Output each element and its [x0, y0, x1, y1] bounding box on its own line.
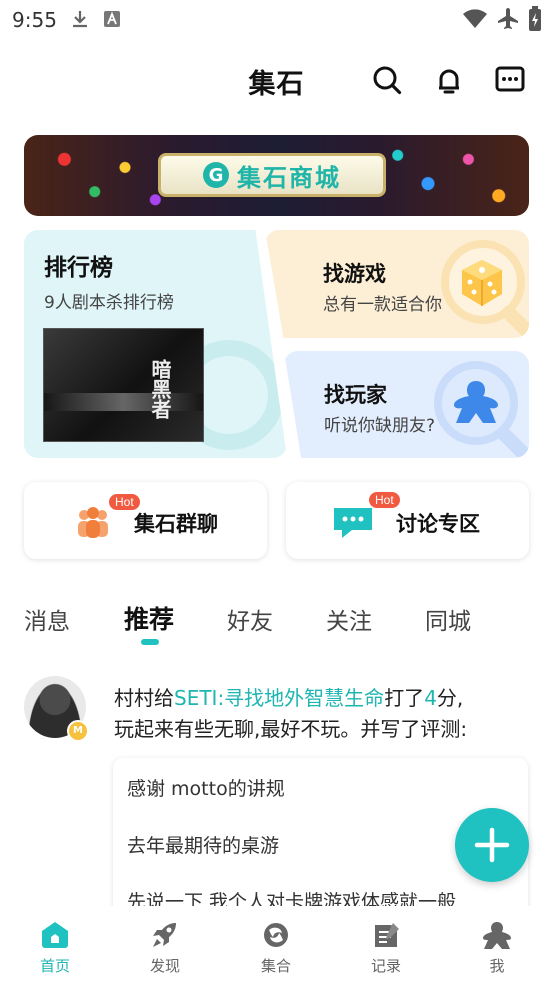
nav-discover[interactable]: 发现 [110, 906, 220, 983]
nav-discover-label: 发现 [149, 957, 180, 975]
member-badge: M [67, 720, 89, 742]
feed-text: 村村给SETI:寻找地外智慧生命打了4分, 玩起来有些无聊,最好不玩。并写了评测… [114, 683, 524, 745]
find-game-title: 找游戏 [323, 262, 386, 286]
tab-recommend[interactable]: 推荐 [124, 600, 174, 636]
nav-me-label: 我 [489, 957, 505, 975]
poster-title: 暗黑者 [148, 359, 172, 419]
find-player-subtitle: 听说你缺朋友? [324, 416, 436, 436]
review-line: 感谢 motto的讲规 [127, 778, 285, 800]
bottom-nav: 首页 发现 集合 记录 我 [0, 906, 553, 983]
feed-text-line2: 玩起来有些无聊,最好不玩。并写了评测: [114, 717, 468, 741]
mall-banner-label: 集石商城 [237, 163, 341, 192]
nav-record[interactable]: 记录 [331, 906, 441, 983]
record-icon [375, 923, 399, 947]
group-chat-icon [78, 507, 108, 538]
poster-figure [44, 393, 203, 411]
meeple-icon [483, 922, 511, 949]
tab-messages[interactable]: 消息 [24, 602, 70, 636]
find-player-title: 找玩家 [324, 383, 387, 407]
feed-verb-give: 给 [154, 686, 174, 710]
plus-icon [474, 827, 510, 863]
add-post-button[interactable] [455, 808, 529, 882]
ranking-subtitle: 9人剧本杀排行榜 [44, 293, 174, 313]
nav-collection-label: 集合 [260, 957, 291, 975]
nav-me[interactable]: 我 [442, 906, 552, 983]
app-title: 集石 [248, 69, 305, 100]
tab-following[interactable]: 关注 [326, 602, 372, 636]
mall-banner-plate: G 集石商城 [158, 153, 386, 197]
discussion-button[interactable]: Hot 讨论专区 [286, 482, 529, 559]
find-game-subtitle: 总有一款适合你 [323, 295, 442, 315]
nav-record-label: 记录 [370, 957, 401, 975]
active-tab-indicator [141, 639, 159, 645]
tab-friends[interactable]: 好友 [227, 602, 273, 636]
home-icon [42, 922, 68, 948]
feed-verb-rate: 打了 [384, 686, 425, 710]
status-time: 9:55 [12, 8, 57, 32]
jishi-logo-icon: G [203, 162, 229, 188]
discussion-label: 讨论专区 [396, 512, 480, 536]
tab-nearby[interactable]: 同城 [425, 602, 471, 636]
mall-banner[interactable]: G 集石商城 [24, 135, 529, 216]
status-bar: 9:55 [0, 0, 553, 40]
ranking-title: 排行榜 [44, 255, 113, 281]
meeple-icon [454, 381, 498, 423]
ranking-card[interactable]: 排行榜 9人剧本杀排行榜 暗黑者 [24, 230, 287, 458]
feed-game-link[interactable]: SETI:寻找地外智慧生命 [174, 686, 384, 710]
ranking-poster[interactable]: 暗黑者 [43, 328, 204, 442]
nav-home[interactable]: 首页 [0, 906, 110, 983]
collection-icon [264, 923, 288, 947]
dice-icon [462, 260, 502, 306]
magnifier-handle [493, 423, 529, 458]
feed-username[interactable]: 村村 [114, 686, 154, 710]
find-player-card[interactable]: 找玩家 听说你缺朋友? [284, 351, 529, 458]
feed-score-unit: 分, [436, 686, 464, 710]
nav-home-label: 首页 [39, 957, 70, 975]
search-icon[interactable] [371, 64, 403, 96]
review-line: 去年最期待的桌游 [127, 835, 280, 857]
download-icon [73, 11, 87, 28]
hot-badge: Hot [369, 492, 400, 508]
group-chat-button[interactable]: Hot 集石群聊 [24, 482, 267, 559]
wifi-icon [463, 9, 487, 28]
discussion-icon [334, 508, 372, 538]
feed-score: 4 [424, 686, 437, 710]
message-icon[interactable] [494, 64, 526, 96]
bell-icon[interactable] [433, 64, 465, 96]
battery-charging-icon [529, 6, 541, 31]
font-app-icon [104, 11, 120, 27]
nav-collection[interactable]: 集合 [221, 906, 331, 983]
rocket-icon [153, 923, 176, 947]
group-chat-label: 集石群聊 [134, 512, 218, 536]
airplane-icon [498, 8, 518, 29]
find-game-card[interactable]: 找游戏 总有一款适合你 [265, 230, 529, 338]
